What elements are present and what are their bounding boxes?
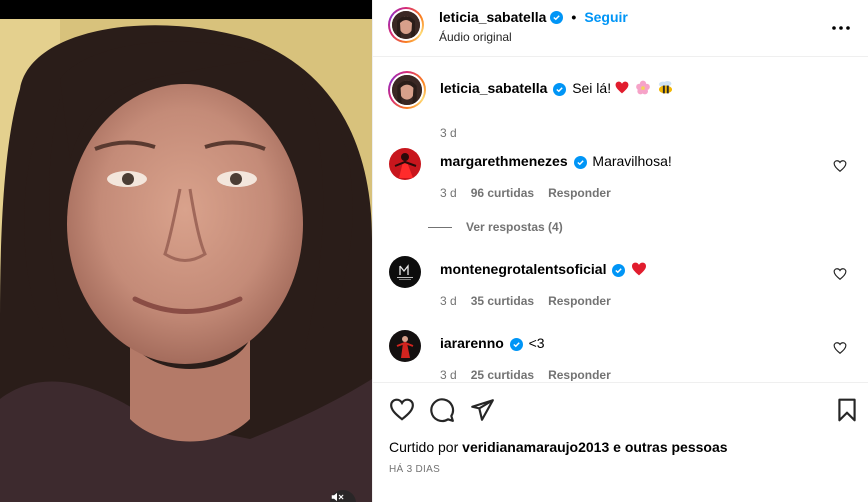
post-timestamp[interactable]: HÁ 3 DIAS — [389, 464, 440, 475]
post-details-panel: leticia_sabatella • Seguir Áudio origina… — [372, 0, 868, 502]
reply-button[interactable]: Responder — [548, 368, 611, 381]
portrait-icon — [392, 11, 420, 39]
caption-time[interactable]: 3 d — [440, 126, 457, 140]
save-bookmark-icon[interactable] — [834, 397, 860, 423]
like-comment-heart-icon[interactable] — [833, 341, 847, 355]
caption-username[interactable]: leticia_sabatella — [440, 80, 547, 96]
commenter-avatar[interactable] — [389, 256, 421, 288]
comments-list[interactable]: leticia_sabatella Sei lá! 3 d margarethm… — [373, 58, 868, 381]
comment-body: iararenno <3 — [440, 334, 830, 352]
speaker-muted-icon — [331, 492, 344, 502]
video-frame[interactable] — [0, 19, 372, 502]
bee-emoji-icon — [658, 80, 672, 94]
comment-text: <3 — [528, 335, 545, 351]
like-comment-heart-icon[interactable] — [833, 267, 847, 281]
comment-username[interactable]: iararenno — [440, 335, 504, 351]
like-heart-icon[interactable] — [389, 397, 415, 423]
video-frame-illustration — [0, 19, 372, 502]
comment-body: margarethmenezes Maravilhosa! — [440, 152, 830, 170]
caption-meta: 3 d — [440, 126, 457, 140]
verified-badge-icon — [612, 264, 626, 277]
video-player[interactable] — [0, 0, 372, 502]
liked-by-text: Curtido por veridianamaraujo2013 e outra… — [389, 439, 728, 455]
separator-dot: • — [571, 9, 577, 25]
caption-text: Sei lá! — [572, 80, 612, 96]
verified-badge-icon — [550, 10, 564, 24]
verified-badge-icon — [553, 83, 567, 96]
comment-bubble-icon[interactable] — [429, 397, 455, 423]
comment-meta: 3 d 35 curtidas Responder — [440, 294, 611, 308]
comment-meta: 3 d 25 curtidas Responder — [440, 368, 611, 381]
comment-likes[interactable]: 35 curtidas — [471, 294, 534, 308]
comment-likes[interactable]: 25 curtidas — [471, 368, 534, 381]
author-avatar-image — [392, 11, 420, 39]
caption-author-avatar[interactable] — [388, 71, 426, 109]
commenter-avatar[interactable] — [389, 330, 421, 362]
like-comment-heart-icon[interactable] — [833, 159, 847, 173]
comment-time[interactable]: 3 d — [440, 186, 457, 200]
portrait-icon — [392, 75, 422, 105]
video-top-bar — [0, 0, 372, 19]
liked-by-others[interactable]: e outras pessoas — [613, 439, 727, 455]
red-heart-emoji-icon — [615, 81, 629, 94]
post-actions-bar: Curtido por veridianamaraujo2013 e outra… — [373, 382, 868, 502]
comment-meta: 3 d 96 curtidas Responder — [440, 186, 611, 200]
audio-link[interactable]: Áudio original — [439, 30, 512, 44]
liked-by-username[interactable]: veridianamaraujo2013 — [462, 439, 609, 455]
comment-time[interactable]: 3 d — [440, 294, 457, 308]
commenter-avatar-image — [389, 148, 421, 180]
replies-divider-line — [428, 226, 452, 228]
comment-time[interactable]: 3 d — [440, 368, 457, 381]
ellipsis-icon — [832, 26, 850, 30]
comment-likes[interactable]: 96 curtidas — [471, 186, 534, 200]
comment-body: montenegrotalentsoficial — [440, 260, 830, 278]
reply-button[interactable]: Responder — [548, 186, 611, 200]
comment-item: iararenno <3 3 d 25 curtidas Responder — [389, 330, 859, 381]
post-header: leticia_sabatella • Seguir Áudio origina… — [373, 0, 868, 57]
verified-badge-icon — [509, 338, 523, 351]
author-username[interactable]: leticia_sabatella — [439, 9, 546, 25]
comment-text: Maravilhosa! — [592, 153, 672, 169]
liked-by-prefix: Curtido por — [389, 439, 459, 455]
commenter-avatar[interactable] — [389, 148, 421, 180]
comment-username[interactable]: montenegrotalentsoficial — [440, 261, 606, 277]
caption-item: leticia_sabatella Sei lá! 3 d — [388, 71, 859, 140]
comment-item: montenegrotalentsoficial 3 d 35 curtidas… — [389, 256, 859, 316]
follow-button[interactable]: Seguir — [584, 9, 628, 25]
comment-username[interactable]: margarethmenezes — [440, 153, 568, 169]
red-heart-emoji-icon — [632, 262, 647, 276]
comment-item: margarethmenezes Maravilhosa! 3 d 96 cur… — [389, 148, 859, 238]
commenter-avatar-image — [389, 256, 421, 288]
verified-badge-icon — [573, 156, 587, 169]
reply-button[interactable]: Responder — [548, 294, 611, 308]
share-paper-plane-icon[interactable] — [469, 397, 495, 423]
commenter-avatar-image — [389, 330, 421, 362]
view-replies-button[interactable]: Ver respostas (4) — [428, 220, 563, 234]
view-replies-label: Ver respostas (4) — [466, 220, 563, 234]
caption-avatar-image — [392, 75, 422, 105]
author-avatar[interactable] — [388, 7, 424, 43]
more-options-button[interactable] — [829, 16, 853, 40]
header-user-row: leticia_sabatella • Seguir — [439, 9, 628, 25]
flower-emoji-icon — [636, 80, 650, 95]
caption-body: leticia_sabatella Sei lá! — [440, 79, 830, 97]
